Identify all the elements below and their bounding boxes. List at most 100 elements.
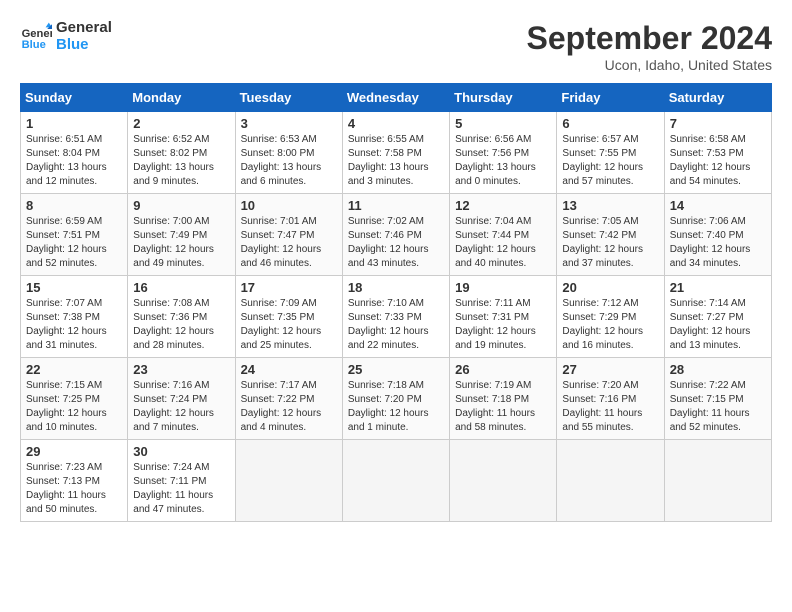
calendar-cell: 27 Sunrise: 7:20 AM Sunset: 7:16 PM Dayl… [557,358,664,440]
cell-content: Sunrise: 7:17 AM Sunset: 7:22 PM Dayligh… [241,379,337,435]
day-number: 21 [670,280,766,295]
calendar-cell: 6 Sunrise: 6:57 AM Sunset: 7:55 PM Dayli… [557,112,664,194]
cell-content: Sunrise: 6:57 AM Sunset: 7:55 PM Dayligh… [562,133,658,189]
day-number: 23 [133,362,229,377]
calendar-cell: 17 Sunrise: 7:09 AM Sunset: 7:35 PM Dayl… [235,276,342,358]
day-number: 13 [562,198,658,213]
logo-icon: General Blue [20,21,52,53]
day-number: 9 [133,198,229,213]
calendar-cell: 13 Sunrise: 7:05 AM Sunset: 7:42 PM Dayl… [557,194,664,276]
cell-content: Sunrise: 7:01 AM Sunset: 7:47 PM Dayligh… [241,215,337,271]
calendar-cell [342,440,449,522]
cell-content: Sunrise: 6:59 AM Sunset: 7:51 PM Dayligh… [26,215,122,271]
cell-content: Sunrise: 6:53 AM Sunset: 8:00 PM Dayligh… [241,133,337,189]
cell-content: Sunrise: 7:08 AM Sunset: 7:36 PM Dayligh… [133,297,229,353]
logo-general: General [56,20,112,37]
cell-content: Sunrise: 6:55 AM Sunset: 7:58 PM Dayligh… [348,133,444,189]
calendar-cell: 3 Sunrise: 6:53 AM Sunset: 8:00 PM Dayli… [235,112,342,194]
cell-content: Sunrise: 7:06 AM Sunset: 7:40 PM Dayligh… [670,215,766,271]
day-number: 26 [455,362,551,377]
cell-content: Sunrise: 7:20 AM Sunset: 7:16 PM Dayligh… [562,379,658,435]
header-friday: Friday [557,84,664,112]
cell-content: Sunrise: 6:58 AM Sunset: 7:53 PM Dayligh… [670,133,766,189]
cell-content: Sunrise: 7:10 AM Sunset: 7:33 PM Dayligh… [348,297,444,353]
calendar-cell [235,440,342,522]
header-monday: Monday [128,84,235,112]
day-number: 28 [670,362,766,377]
cell-content: Sunrise: 6:52 AM Sunset: 8:02 PM Dayligh… [133,133,229,189]
calendar-cell [557,440,664,522]
day-number: 2 [133,116,229,131]
day-number: 22 [26,362,122,377]
day-number: 27 [562,362,658,377]
cell-content: Sunrise: 7:12 AM Sunset: 7:29 PM Dayligh… [562,297,658,353]
cell-content: Sunrise: 7:15 AM Sunset: 7:25 PM Dayligh… [26,379,122,435]
cell-content: Sunrise: 7:09 AM Sunset: 7:35 PM Dayligh… [241,297,337,353]
calendar-cell: 30 Sunrise: 7:24 AM Sunset: 7:11 PM Dayl… [128,440,235,522]
week-row-4: 22 Sunrise: 7:15 AM Sunset: 7:25 PM Dayl… [21,358,772,440]
logo: General Blue General Blue [20,20,112,53]
calendar-cell: 8 Sunrise: 6:59 AM Sunset: 7:51 PM Dayli… [21,194,128,276]
day-number: 17 [241,280,337,295]
week-row-1: 1 Sunrise: 6:51 AM Sunset: 8:04 PM Dayli… [21,112,772,194]
calendar-cell: 19 Sunrise: 7:11 AM Sunset: 7:31 PM Dayl… [450,276,557,358]
cell-content: Sunrise: 7:22 AM Sunset: 7:15 PM Dayligh… [670,379,766,435]
cell-content: Sunrise: 7:19 AM Sunset: 7:18 PM Dayligh… [455,379,551,435]
day-number: 8 [26,198,122,213]
calendar-cell: 29 Sunrise: 7:23 AM Sunset: 7:13 PM Dayl… [21,440,128,522]
cell-content: Sunrise: 7:23 AM Sunset: 7:13 PM Dayligh… [26,461,122,517]
calendar-header-row: SundayMondayTuesdayWednesdayThursdayFrid… [21,84,772,112]
day-number: 16 [133,280,229,295]
day-number: 14 [670,198,766,213]
header-thursday: Thursday [450,84,557,112]
header-wednesday: Wednesday [342,84,449,112]
day-number: 24 [241,362,337,377]
day-number: 25 [348,362,444,377]
calendar-cell: 21 Sunrise: 7:14 AM Sunset: 7:27 PM Dayl… [664,276,771,358]
calendar-cell: 9 Sunrise: 7:00 AM Sunset: 7:49 PM Dayli… [128,194,235,276]
calendar-cell: 5 Sunrise: 6:56 AM Sunset: 7:56 PM Dayli… [450,112,557,194]
day-number: 30 [133,444,229,459]
calendar-cell: 15 Sunrise: 7:07 AM Sunset: 7:38 PM Dayl… [21,276,128,358]
calendar-body: 1 Sunrise: 6:51 AM Sunset: 8:04 PM Dayli… [21,112,772,522]
header-tuesday: Tuesday [235,84,342,112]
day-number: 4 [348,116,444,131]
day-number: 18 [348,280,444,295]
cell-content: Sunrise: 7:14 AM Sunset: 7:27 PM Dayligh… [670,297,766,353]
cell-content: Sunrise: 6:51 AM Sunset: 8:04 PM Dayligh… [26,133,122,189]
calendar-cell: 11 Sunrise: 7:02 AM Sunset: 7:46 PM Dayl… [342,194,449,276]
header: General Blue General Blue September 2024… [20,20,772,73]
cell-content: Sunrise: 7:07 AM Sunset: 7:38 PM Dayligh… [26,297,122,353]
day-number: 10 [241,198,337,213]
week-row-3: 15 Sunrise: 7:07 AM Sunset: 7:38 PM Dayl… [21,276,772,358]
title-area: September 2024 Ucon, Idaho, United State… [527,20,772,73]
calendar-cell [450,440,557,522]
day-number: 6 [562,116,658,131]
day-number: 11 [348,198,444,213]
logo-blue: Blue [56,37,112,54]
svg-text:Blue: Blue [22,39,46,51]
month-title: September 2024 [527,20,772,57]
day-number: 20 [562,280,658,295]
day-number: 1 [26,116,122,131]
cell-content: Sunrise: 7:11 AM Sunset: 7:31 PM Dayligh… [455,297,551,353]
calendar-cell: 7 Sunrise: 6:58 AM Sunset: 7:53 PM Dayli… [664,112,771,194]
cell-content: Sunrise: 7:04 AM Sunset: 7:44 PM Dayligh… [455,215,551,271]
cell-content: Sunrise: 7:16 AM Sunset: 7:24 PM Dayligh… [133,379,229,435]
calendar-cell: 20 Sunrise: 7:12 AM Sunset: 7:29 PM Dayl… [557,276,664,358]
day-number: 7 [670,116,766,131]
day-number: 19 [455,280,551,295]
calendar-cell: 24 Sunrise: 7:17 AM Sunset: 7:22 PM Dayl… [235,358,342,440]
cell-content: Sunrise: 7:02 AM Sunset: 7:46 PM Dayligh… [348,215,444,271]
calendar-cell: 4 Sunrise: 6:55 AM Sunset: 7:58 PM Dayli… [342,112,449,194]
day-number: 5 [455,116,551,131]
calendar-cell [664,440,771,522]
calendar-cell: 26 Sunrise: 7:19 AM Sunset: 7:18 PM Dayl… [450,358,557,440]
calendar-cell: 12 Sunrise: 7:04 AM Sunset: 7:44 PM Dayl… [450,194,557,276]
location: Ucon, Idaho, United States [527,57,772,73]
day-number: 3 [241,116,337,131]
calendar-cell: 22 Sunrise: 7:15 AM Sunset: 7:25 PM Dayl… [21,358,128,440]
calendar-cell: 28 Sunrise: 7:22 AM Sunset: 7:15 PM Dayl… [664,358,771,440]
cell-content: Sunrise: 7:18 AM Sunset: 7:20 PM Dayligh… [348,379,444,435]
week-row-5: 29 Sunrise: 7:23 AM Sunset: 7:13 PM Dayl… [21,440,772,522]
